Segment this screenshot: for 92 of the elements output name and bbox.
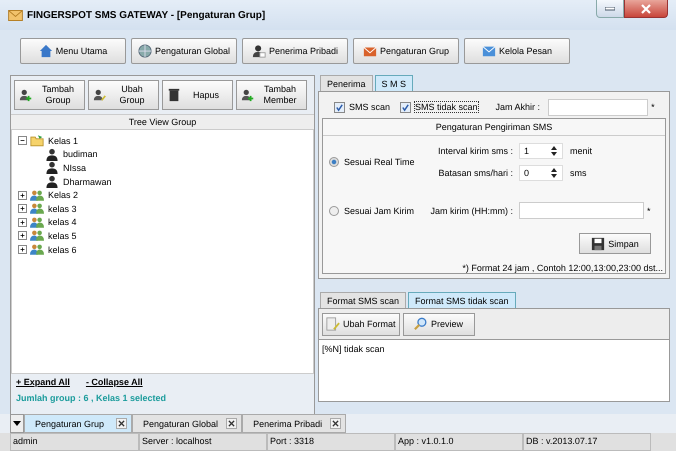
- field-label: Jam kirim (HH:mm) :: [430, 206, 513, 216]
- radio-label: Sesuai Real Time: [344, 157, 415, 168]
- tree-item[interactable]: Kelas 2: [47, 190, 80, 200]
- tree-item[interactable]: budiman: [62, 149, 99, 160]
- tab[interactable]: S M S: [374, 75, 414, 91]
- person-icon: [45, 175, 59, 188]
- document-tab[interactable]: Penerima Pribadi: [242, 414, 346, 433]
- unit-label: menit: [570, 146, 592, 156]
- field-label: Interval kirim sms :: [436, 146, 513, 156]
- checkbox[interactable]: [334, 102, 345, 112]
- expander-icon[interactable]: [18, 245, 27, 254]
- radio-button[interactable]: [329, 206, 339, 216]
- tree-item[interactable]: kelas 6: [47, 244, 78, 255]
- window-title: FINGERSPOT SMS GATEWAY - [Pengaturan Grup]: [27, 10, 266, 20]
- format-button[interactable]: Preview: [402, 312, 475, 336]
- person-icon: [45, 161, 59, 174]
- toolbar-button[interactable]: Menu Utama: [20, 38, 126, 64]
- person-icon: [241, 88, 255, 102]
- tree-item[interactable]: kelas 4: [47, 217, 78, 228]
- document-edit-icon: [326, 317, 340, 331]
- jam-akhir-field[interactable]: [548, 98, 648, 116]
- action-button[interactable]: Tambah Member: [236, 80, 307, 110]
- status-field: Server : localhost: [139, 433, 267, 451]
- expander-icon[interactable]: [18, 218, 27, 227]
- magnifier-icon: [414, 317, 428, 331]
- expander-icon[interactable]: [18, 136, 27, 146]
- minimize-button[interactable]: [596, 0, 624, 18]
- close-icon[interactable]: [116, 418, 127, 429]
- expander-icon[interactable]: [18, 204, 27, 214]
- tab[interactable]: Format SMS scan: [320, 292, 406, 308]
- field-label: Batasan sms/hari :: [437, 168, 513, 178]
- status-field: Port : 3318: [267, 433, 395, 451]
- radio-label: Sesuai Jam Kirim: [344, 206, 414, 216]
- close-icon[interactable]: [330, 418, 342, 429]
- radio-button[interactable]: [329, 157, 339, 168]
- document-tab[interactable]: Pengaturan Global: [132, 414, 242, 433]
- close-icon[interactable]: [226, 418, 238, 429]
- caret-icon: [13, 421, 21, 426]
- status-field: DB : v.2013.07.17: [523, 433, 651, 451]
- required-mark: *: [647, 206, 651, 216]
- toolbar-button[interactable]: Penerima Pribadi: [242, 38, 348, 64]
- format-note: *) Format 24 jam , Contoh 12:00,13:00,23:00 dst...: [461, 262, 664, 273]
- save-button[interactable]: Simpan: [579, 233, 651, 254]
- action-button[interactable]: Hapus: [162, 80, 233, 110]
- status-field: admin: [10, 433, 139, 451]
- status-field: App : v1.0.1.0: [395, 433, 523, 451]
- tree-item[interactable]: NIssa: [62, 162, 88, 173]
- spinner-field[interactable]: 0: [519, 165, 563, 182]
- required-mark: *: [651, 102, 655, 112]
- expander-icon[interactable]: [18, 190, 27, 200]
- close-icon: [641, 4, 651, 14]
- toolbar-button[interactable]: Kelola Pesan: [464, 38, 570, 64]
- envelope-icon: [8, 10, 23, 20]
- folder-icon: [30, 134, 44, 148]
- dropdown-button[interactable]: [10, 414, 24, 433]
- expander-icon[interactable]: [18, 231, 27, 240]
- action-button[interactable]: Tambah Group: [14, 80, 85, 110]
- person-icon: [45, 148, 59, 161]
- checkbox-label: SMS tidak scan: [415, 102, 478, 112]
- close-button[interactable]: [624, 0, 668, 18]
- jam-kirim-field[interactable]: [519, 202, 644, 220]
- home-icon: [38, 44, 53, 58]
- unit-label: sms: [570, 168, 586, 178]
- person-icon: [252, 44, 266, 58]
- globe-icon: [138, 44, 152, 58]
- tree-item[interactable]: kelas 3: [47, 204, 78, 214]
- tab[interactable]: Format SMS tidak scan: [408, 292, 516, 308]
- tree-item[interactable]: kelas 5: [47, 230, 78, 241]
- envelope-icon: [362, 44, 377, 58]
- tree-item[interactable]: Kelas 1: [47, 136, 80, 146]
- spinner-arrows-icon: [550, 145, 558, 158]
- format-text-area[interactable]: [%N] tidak scan: [318, 339, 670, 402]
- tab[interactable]: Penerima: [320, 75, 373, 91]
- trash-icon: [167, 88, 181, 102]
- tree-header: Tree View Group: [11, 114, 314, 129]
- document-tab[interactable]: Pengaturan Grup: [24, 414, 132, 433]
- envelope-icon: [482, 44, 496, 58]
- collapse-all-link[interactable]: - Collapse All: [86, 377, 143, 387]
- field-label: Jam Akhir :: [496, 102, 540, 112]
- tree-item[interactable]: Dharmawan: [62, 176, 113, 187]
- format-button[interactable]: Ubah Format: [322, 312, 400, 336]
- toolbar-button[interactable]: Pengaturan Global: [131, 38, 237, 64]
- checkbox-label: SMS scan: [349, 102, 390, 112]
- toolbar-button[interactable]: Pengaturan Grup: [353, 38, 459, 64]
- spinner-arrows-icon: [550, 167, 558, 180]
- expand-all-link[interactable]: + Expand All: [16, 377, 70, 387]
- minimize-icon: [605, 6, 615, 10]
- checkbox[interactable]: [400, 102, 412, 112]
- group-title: Pengaturan Pengiriman SMS: [323, 119, 665, 136]
- spinner-field[interactable]: 1: [519, 143, 563, 160]
- group-status: Jumlah group : 6 , Kelas 1 selected: [16, 393, 168, 403]
- action-button[interactable]: Ubah Group: [88, 80, 159, 110]
